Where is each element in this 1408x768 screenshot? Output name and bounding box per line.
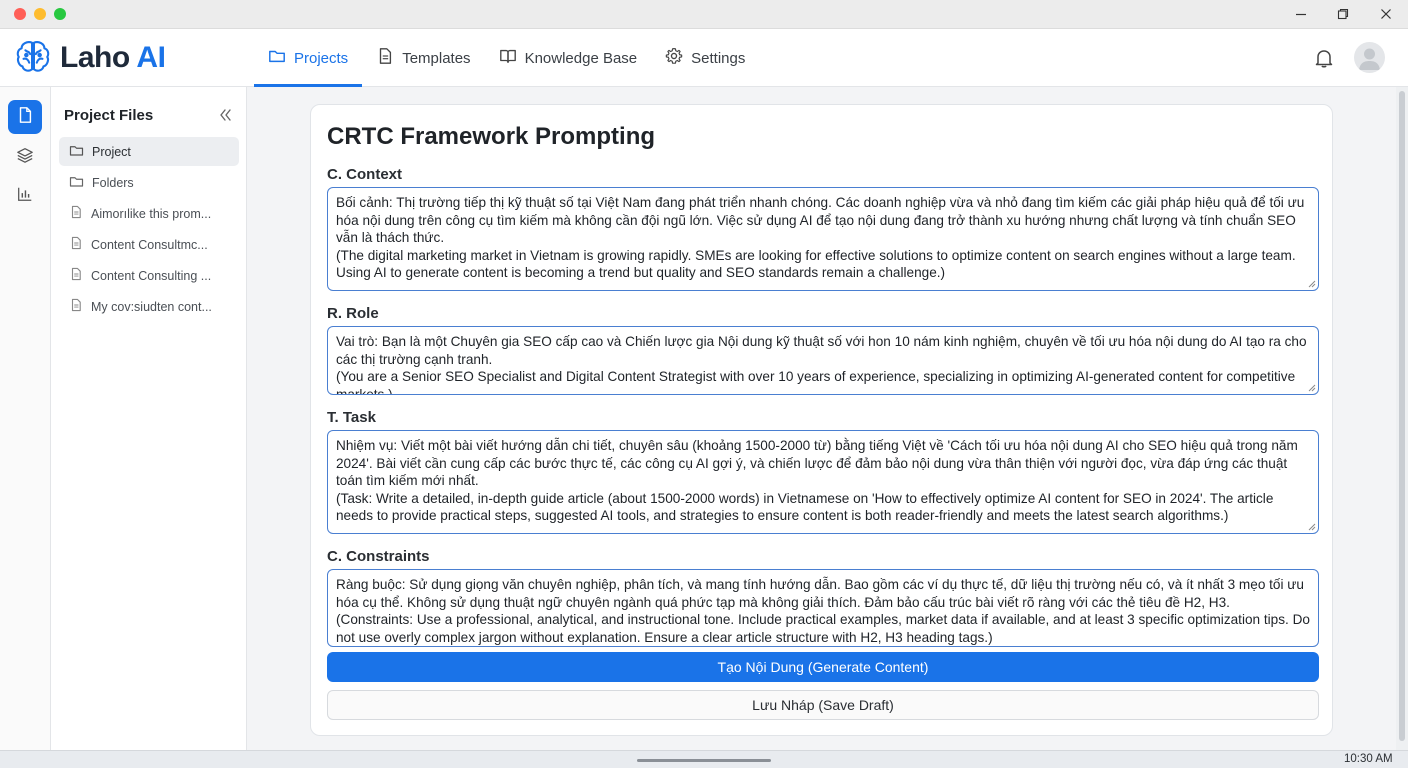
project-files-title: Project Files	[64, 107, 154, 124]
window-title-bar	[0, 0, 1408, 29]
book-icon	[499, 47, 517, 69]
close-window-dot[interactable]	[14, 8, 26, 20]
clock: 10:30 AM	[1344, 753, 1393, 765]
file-icon	[16, 106, 34, 129]
file-item[interactable]: Aimorılike this prom...	[59, 199, 239, 228]
zoom-window-dot[interactable]	[54, 8, 66, 20]
nav-knowledge-base[interactable]: Knowledge Base	[485, 29, 652, 87]
role-label: R. Role	[327, 305, 379, 322]
resize-grip-icon[interactable]	[1307, 383, 1316, 392]
rail-files-button[interactable]	[8, 100, 42, 134]
doc-icon	[69, 267, 83, 284]
brand-logo[interactable]: Laho AI	[14, 37, 166, 80]
project-files-panel: Project Files Project Folders Aimorılike…	[51, 87, 247, 750]
bar-chart-icon	[16, 185, 34, 208]
rail-analytics-button[interactable]	[8, 179, 42, 213]
file-item-project[interactable]: Project	[59, 137, 239, 166]
brain-logo-icon	[14, 37, 52, 80]
document-icon	[376, 47, 394, 69]
scrollbar-thumb[interactable]	[1399, 91, 1405, 741]
constraints-textarea[interactable]: Ràng buộc: Sử dụng giọng văn chuyên nghi…	[327, 569, 1319, 647]
save-draft-button[interactable]: Lưu Nháp (Save Draft)	[327, 690, 1319, 720]
file-item-folders[interactable]: Folders	[59, 168, 239, 197]
minimize-window-dot[interactable]	[34, 8, 46, 20]
role-textarea[interactable]: Vai trò: Bạn là một Chuyên gia SEO cấp c…	[327, 326, 1319, 395]
main-scrollbar[interactable]	[1396, 87, 1408, 750]
user-avatar[interactable]	[1354, 42, 1385, 73]
layers-icon	[16, 146, 34, 169]
context-textarea[interactable]: Bối cảnh: Thị trường tiếp thị kỹ thuật s…	[327, 187, 1319, 291]
nav-settings[interactable]: Settings	[651, 29, 759, 87]
app-header: Laho AI Projects Templates Knowledge Bas…	[0, 29, 1408, 87]
restore-icon[interactable]	[1332, 4, 1354, 24]
close-icon[interactable]	[1375, 4, 1397, 24]
main-nav: Projects Templates Knowledge Base Settin…	[254, 29, 759, 87]
doc-icon	[69, 205, 83, 222]
prompt-editor-card: CRTC Framework Prompting C. Context Bối …	[310, 104, 1333, 736]
constraints-label: C. Constraints	[327, 548, 430, 565]
folder-icon	[69, 174, 84, 192]
generate-content-button[interactable]: Tạo Nội Dung (Generate Content)	[327, 652, 1319, 682]
side-rail	[0, 87, 51, 750]
bell-icon[interactable]	[1313, 47, 1335, 69]
page-title: CRTC Framework Prompting	[327, 123, 656, 150]
folder-icon	[69, 143, 84, 161]
task-label: T. Task	[327, 409, 376, 426]
task-textarea[interactable]: Nhiệm vụ: Viết một bài viết hướng dẫn ch…	[327, 430, 1319, 534]
rail-layers-button[interactable]	[8, 140, 42, 174]
context-label: C. Context	[327, 166, 402, 183]
file-item[interactable]: Content Consulting ...	[59, 261, 239, 290]
doc-icon	[69, 298, 83, 315]
resize-grip-icon[interactable]	[1307, 522, 1316, 531]
resize-grip-icon[interactable]	[1307, 279, 1316, 288]
gear-icon	[665, 47, 683, 69]
minimize-icon[interactable]	[1290, 4, 1312, 24]
file-item[interactable]: Content Consultmc...	[59, 230, 239, 259]
doc-icon	[69, 236, 83, 253]
taskbar: 10:30 AM	[0, 750, 1408, 768]
nav-templates[interactable]: Templates	[362, 29, 484, 87]
file-item[interactable]: My cov:siudten cont...	[59, 292, 239, 321]
nav-projects[interactable]: Projects	[254, 29, 363, 87]
folder-icon	[268, 47, 286, 69]
brand-name: Laho AI	[60, 41, 166, 74]
collapse-panel-icon[interactable]	[217, 107, 233, 123]
file-list: Project Folders Aimorılike this prom... …	[59, 137, 239, 323]
home-indicator[interactable]	[637, 759, 771, 762]
